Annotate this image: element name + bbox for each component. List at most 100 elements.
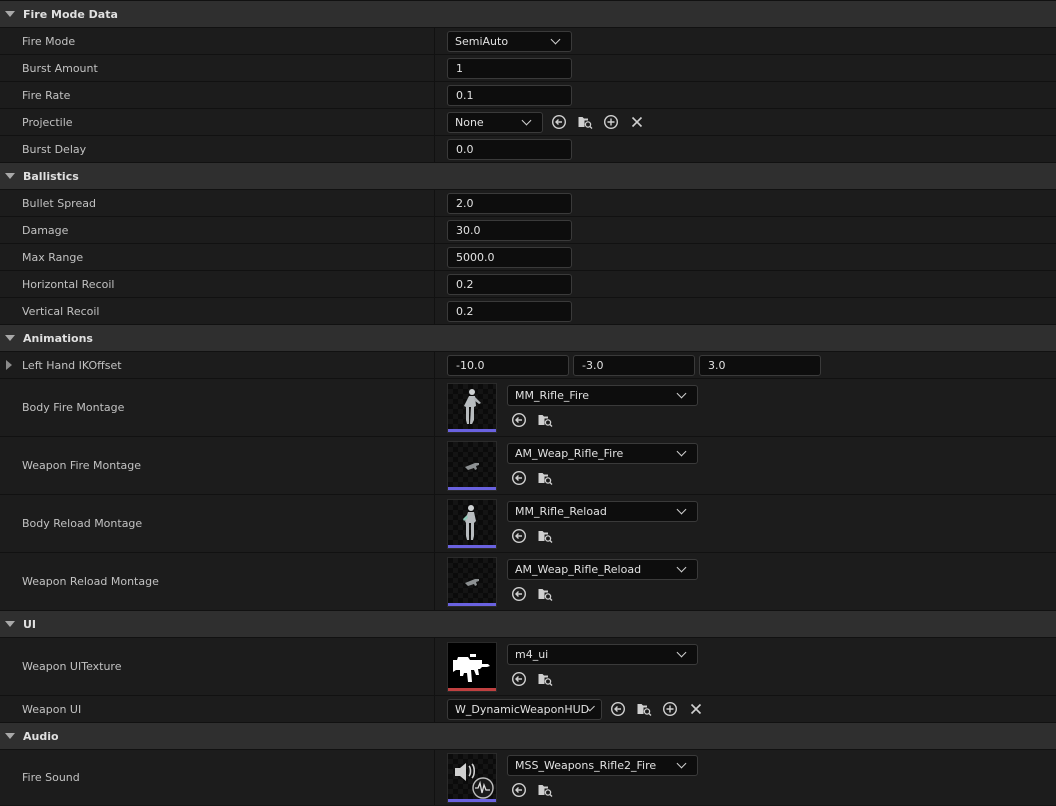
add-icon[interactable] [601, 112, 621, 132]
property-row-bullet-spread: Bullet Spread 2.0 [0, 189, 1056, 216]
asset-thumbnail[interactable] [447, 641, 497, 692]
body-reload-montage-dropdown[interactable]: MM_Rifle_Reload [507, 501, 698, 522]
section-ballistics[interactable]: Ballistics [0, 162, 1056, 189]
collapse-arrow-icon[interactable] [5, 335, 15, 341]
weapon-ui-dropdown[interactable]: W_DynamicWeaponHUD [447, 698, 602, 720]
asset-type-bar [448, 687, 496, 691]
body-fire-montage-dropdown[interactable]: MM_Rifle_Fire [507, 385, 698, 406]
browse-folder-icon[interactable] [575, 112, 595, 132]
section-title: Ballistics [23, 169, 79, 183]
property-label: Weapon UITexture [0, 638, 435, 695]
expand-arrow-icon[interactable] [6, 360, 12, 370]
collapse-arrow-icon[interactable] [5, 733, 15, 739]
weapon-fire-montage-dropdown[interactable]: AM_Weap_Rifle_Fire [507, 443, 698, 464]
ikoffset-z-input[interactable]: 3.0 [699, 354, 821, 376]
chevron-down-icon [521, 115, 532, 125]
ikoffset-x-input[interactable]: -10.0 [447, 354, 569, 376]
property-label: Fire Rate [0, 82, 435, 108]
horizontal-recoil-input[interactable]: 0.2 [447, 273, 572, 295]
use-selected-icon[interactable] [509, 468, 529, 488]
property-label: Body Reload Montage [0, 495, 435, 552]
asset-thumbnail[interactable] [447, 556, 497, 607]
property-row-vertical-recoil: Vertical Recoil 0.2 [0, 297, 1056, 324]
browse-folder-icon[interactable] [634, 699, 654, 719]
chevron-down-icon [676, 504, 687, 515]
weapon-uitexture-dropdown[interactable]: m4_ui [507, 644, 698, 665]
use-selected-icon[interactable] [509, 669, 529, 689]
section-fire-mode-data[interactable]: Fire Mode Data [0, 0, 1056, 27]
weapon-reload-montage-dropdown[interactable]: AM_Weap_Rifle_Reload [507, 559, 698, 580]
section-title: Animations [23, 331, 93, 345]
property-label: Horizontal Recoil [0, 271, 435, 297]
browse-folder-icon[interactable] [535, 468, 555, 488]
chevron-down-icon [676, 388, 687, 399]
asset-thumbnail[interactable] [447, 498, 497, 549]
section-audio[interactable]: Audio [0, 722, 1056, 749]
browse-folder-icon[interactable] [535, 526, 555, 546]
burst-delay-input[interactable]: 0.0 [447, 138, 572, 160]
bullet-spread-input[interactable]: 2.0 [447, 192, 572, 214]
collapse-arrow-icon[interactable] [5, 11, 15, 17]
asset-thumbnail[interactable] [447, 382, 497, 433]
character-mannequin-icon [464, 388, 481, 424]
collapse-arrow-icon[interactable] [5, 621, 15, 627]
section-title: Fire Mode Data [23, 7, 118, 21]
property-label[interactable]: Left Hand IKOffset [0, 352, 435, 378]
rifle-icon [465, 578, 479, 586]
vertical-recoil-input[interactable]: 0.2 [447, 300, 572, 322]
fire-sound-dropdown[interactable]: MSS_Weapons_Rifle2_Fire [507, 755, 698, 776]
use-selected-icon[interactable] [608, 699, 628, 719]
property-label: Max Range [0, 244, 435, 270]
use-selected-icon[interactable] [509, 780, 529, 800]
browse-folder-icon[interactable] [535, 584, 555, 604]
browse-folder-icon[interactable] [535, 410, 555, 430]
property-label: Weapon Reload Montage [0, 553, 435, 610]
projectile-dropdown[interactable]: None [447, 111, 543, 133]
property-label: Projectile [0, 109, 435, 135]
browse-folder-icon[interactable] [535, 780, 555, 800]
property-label: Weapon Fire Montage [0, 437, 435, 494]
fire-rate-input[interactable]: 0.1 [447, 84, 572, 106]
ikoffset-y-input[interactable]: -3.0 [573, 354, 695, 376]
asset-type-bar [448, 602, 496, 606]
property-row-body-reload-montage: Body Reload Montage MM_Rifle_Reload [0, 494, 1056, 552]
use-selected-icon[interactable] [509, 410, 529, 430]
burst-amount-input[interactable]: 1 [447, 57, 572, 79]
property-row-damage: Damage 30.0 [0, 216, 1056, 243]
property-row-weapon-ui: Weapon UI W_DynamicWeaponHUD [0, 695, 1056, 722]
asset-thumbnail[interactable] [447, 440, 497, 491]
m4-silhouette-icon [453, 653, 490, 682]
use-selected-icon[interactable] [509, 584, 529, 604]
browse-folder-icon[interactable] [535, 669, 555, 689]
fire-mode-dropdown[interactable]: SemiAuto [447, 30, 572, 52]
asset-thumbnail[interactable] [447, 752, 497, 803]
clear-icon[interactable] [686, 699, 706, 719]
property-row-fire-sound: Fire Sound MSS_Weapons_Rifle2_Fire [0, 749, 1056, 805]
asset-type-bar [448, 798, 496, 802]
property-row-weapon-fire-montage: Weapon Fire Montage AM_Weap_Rifle_Fire [0, 436, 1056, 494]
property-label: Fire Sound [0, 750, 435, 805]
property-label: Vertical Recoil [0, 298, 435, 324]
use-selected-icon[interactable] [549, 112, 569, 132]
chevron-down-icon [676, 758, 687, 769]
collapse-arrow-icon[interactable] [5, 173, 15, 179]
section-animations[interactable]: Animations [0, 324, 1056, 351]
use-selected-icon[interactable] [509, 526, 529, 546]
section-title: Audio [23, 729, 59, 743]
section-ui[interactable]: UI [0, 610, 1056, 637]
property-label: Body Fire Montage [0, 379, 435, 436]
property-row-burst-amount: Burst Amount 1 [0, 54, 1056, 81]
property-row-weapon-reload-montage: Weapon Reload Montage AM_Weap_Rifle_Relo… [0, 552, 1056, 610]
property-label: Burst Delay [0, 136, 435, 162]
damage-input[interactable]: 30.0 [447, 219, 572, 241]
property-label: Burst Amount [0, 55, 435, 81]
property-label: Damage [0, 217, 435, 243]
property-label: Bullet Spread [0, 190, 435, 216]
property-row-weapon-uitexture: Weapon UITexture m4_ui [0, 637, 1056, 695]
max-range-input[interactable]: 5000.0 [447, 246, 572, 268]
property-row-fire-mode: Fire Mode SemiAuto [0, 27, 1056, 54]
clear-icon[interactable] [627, 112, 647, 132]
add-icon[interactable] [660, 699, 680, 719]
asset-type-bar [448, 428, 496, 432]
property-label: Fire Mode [0, 28, 435, 54]
